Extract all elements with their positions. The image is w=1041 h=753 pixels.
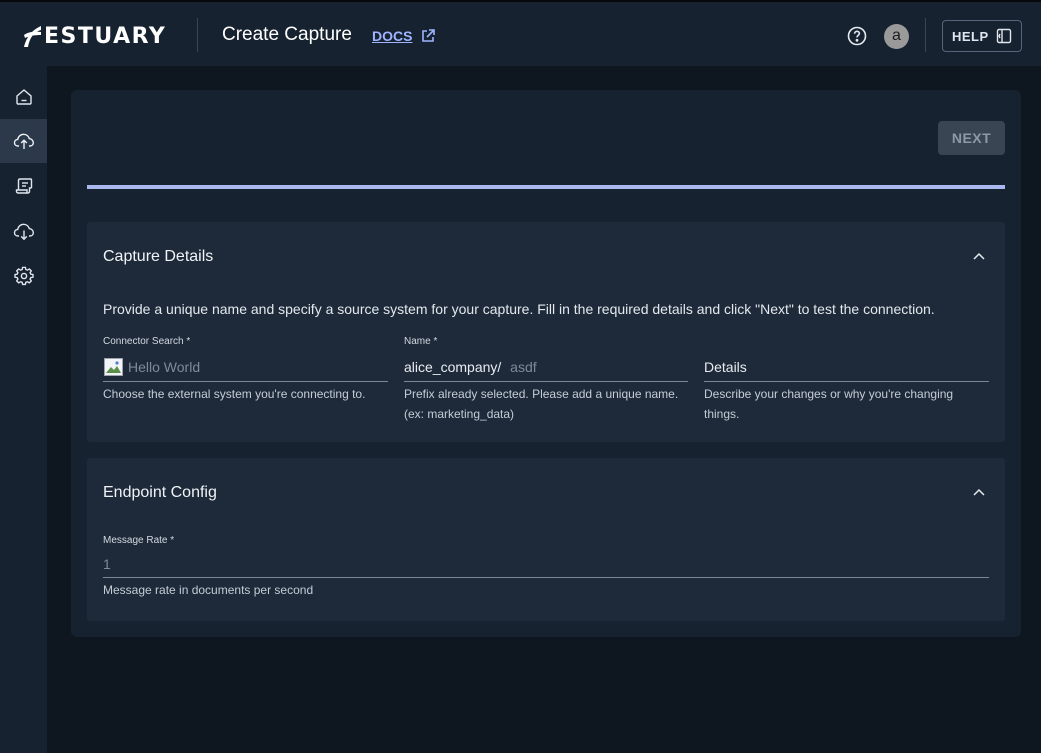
sidebar (0, 66, 47, 753)
name-label: Name * (404, 336, 438, 347)
name-field[interactable]: Name * alice_company/ asdf Prefix alread… (404, 336, 688, 426)
gear-icon (13, 266, 34, 286)
sidebar-item-captures[interactable] (0, 119, 47, 163)
sidebar-item-materializations[interactable] (0, 209, 47, 253)
estuary-logo[interactable]: ESTUARY (22, 22, 166, 50)
sidebar-item-admin[interactable] (0, 254, 47, 298)
header-divider (197, 18, 198, 52)
name-help-line-2: (ex: marketing_data) (404, 407, 515, 421)
details-help: Describe your changes or why you're chan… (704, 384, 953, 424)
endpoint-config-title: Endpoint Config (103, 484, 217, 501)
help-icon[interactable] (847, 26, 867, 46)
name-help: Prefix already selected. Please add a un… (404, 384, 678, 424)
avatar[interactable]: a (884, 24, 909, 49)
name-prefix: alice_company/ asdf (404, 359, 537, 375)
collections-icon (15, 178, 32, 194)
message-rate-label: Message Rate * (103, 535, 175, 546)
progress-bar (87, 185, 1005, 189)
connector-search-field[interactable]: Connector Search * Hello World Choose th… (103, 336, 388, 416)
message-rate-value: 1 (103, 556, 111, 572)
message-rate-field[interactable]: Message Rate * 1 Message rate in documen… (103, 535, 989, 605)
connector-search-value: Hello World (128, 359, 201, 375)
endpoint-config-section: Endpoint Config Message Rate * 1 Message… (87, 458, 1005, 621)
connector-search-label: Connector Search * (103, 336, 191, 347)
estuary-logo-icon (24, 26, 41, 47)
capture-details-section: Capture Details Provide a unique name an… (87, 222, 1005, 442)
top-bar: ESTUARY Create Capture DOCS a HELP (0, 0, 1041, 66)
side-panel-icon (996, 28, 1012, 44)
message-rate-underline (103, 577, 989, 578)
external-link-icon (422, 29, 436, 42)
sidebar-item-collections[interactable] (0, 164, 47, 208)
next-button[interactable]: NEXT (938, 121, 1005, 155)
name-prefix-text: alice_company/ (404, 359, 502, 375)
details-help-line-1: Describe your changes or why you're chan… (704, 387, 954, 401)
details-underline (704, 381, 989, 382)
connector-search-help: Choose the external system you're connec… (103, 387, 366, 401)
header-divider-right (925, 18, 926, 52)
sidebar-item-home[interactable] (0, 75, 47, 119)
connector-search-underline (103, 381, 388, 382)
capture-details-title: Capture Details (103, 248, 214, 265)
chevron-up-icon[interactable] (973, 488, 985, 496)
details-placeholder: Details (704, 359, 747, 375)
page-title: Create Capture (222, 24, 352, 45)
capture-details-description: Provide a unique name and specify a sour… (103, 301, 935, 317)
name-value: asdf (510, 359, 537, 375)
home-icon (15, 89, 32, 105)
cloud-download-icon (13, 223, 34, 241)
cloud-upload-icon (13, 133, 34, 149)
chevron-up-icon[interactable] (973, 252, 985, 260)
details-field[interactable]: Details Describe your changes or why you… (704, 336, 989, 426)
create-capture-card: NEXT Capture Details Provide a unique na… (71, 90, 1021, 637)
docs-link[interactable]: DOCS (372, 28, 436, 44)
details-help-line-2: things. (704, 407, 740, 421)
message-rate-help: Message rate in documents per second (103, 583, 314, 597)
docs-label: DOCS (372, 28, 413, 44)
brand-name: ESTUARY (44, 23, 167, 49)
name-help-line-1: Prefix already selected. Please add a un… (404, 387, 679, 401)
connector-image-icon (104, 358, 123, 376)
help-button[interactable]: HELP (942, 20, 1022, 52)
help-button-label: HELP (952, 28, 989, 44)
name-underline (404, 381, 688, 382)
